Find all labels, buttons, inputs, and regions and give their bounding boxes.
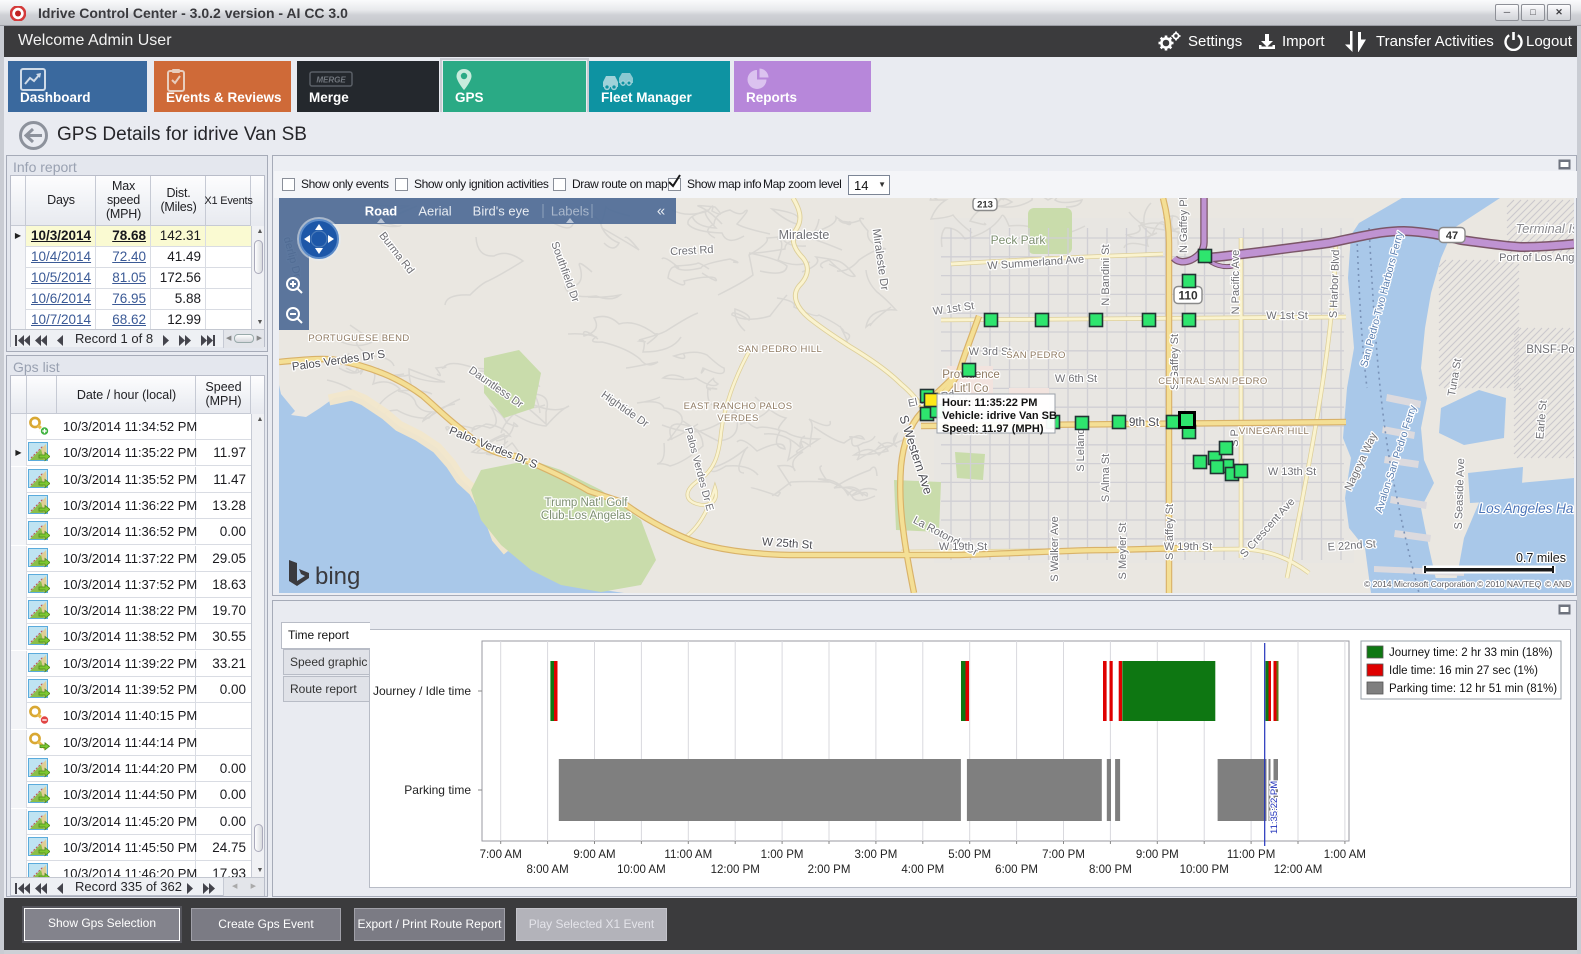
svg-text:3:00 PM: 3:00 PM [854, 849, 897, 861]
svg-text:Idle time: 16 min 27 sec (1%): Idle time: 16 min 27 sec (1%) [1389, 665, 1538, 677]
svg-text:6:00 PM: 6:00 PM [995, 864, 1038, 876]
svg-text:9:00 AM: 9:00 AM [573, 849, 615, 861]
svg-text:Los Angeles Harb: Los Angeles Harb [1479, 501, 1574, 516]
svg-text:S Harbor Blvd: S Harbor Blvd [1328, 249, 1342, 318]
svg-text:N Pacific Ave: N Pacific Ave [1230, 250, 1242, 315]
svg-text:8:00 PM: 8:00 PM [1089, 864, 1132, 876]
svg-text:CENTRAL SAN PEDRO: CENTRAL SAN PEDRO [1158, 376, 1267, 387]
svg-text:MERGE: MERGE [316, 76, 346, 85]
svg-text:S Alma St: S Alma St [1100, 454, 1112, 502]
svg-text:0.7 miles: 0.7 miles [1516, 551, 1566, 565]
svg-text:BNSF-Port: BNSF-Port [1526, 344, 1574, 356]
svg-text:«: « [657, 203, 665, 220]
svg-text:Lit'l Co: Lit'l Co [954, 383, 989, 395]
svg-text:Parking time: Parking time [404, 783, 471, 797]
svg-text:Speed: 11.97 (MPH): Speed: 11.97 (MPH) [942, 423, 1044, 435]
svg-text:W 6th St: W 6th St [1055, 373, 1097, 385]
svg-text:7:00 AM: 7:00 AM [480, 849, 522, 861]
svg-text:9:00 PM: 9:00 PM [1136, 849, 1179, 861]
svg-text:12:00 AM: 12:00 AM [1274, 864, 1323, 876]
svg-text:11:00 AM: 11:00 AM [664, 849, 712, 861]
svg-text:Bird's eye: Bird's eye [473, 204, 530, 219]
svg-text:11:35:22 PM: 11:35:22 PM [1269, 781, 1280, 834]
svg-text:W 1st St: W 1st St [1266, 310, 1308, 322]
svg-text:W 3rd St: W 3rd St [969, 346, 1012, 358]
svg-text:W 19th St: W 19th St [1164, 541, 1212, 553]
svg-text:VERDES: VERDES [717, 413, 758, 424]
svg-text:11:00 PM: 11:00 PM [1227, 849, 1275, 861]
svg-text:Road: Road [365, 204, 398, 219]
svg-text:PORTUGUESE BEND: PORTUGUESE BEND [308, 333, 409, 344]
svg-text:W 13th St: W 13th St [1268, 466, 1316, 478]
svg-text:1:00 PM: 1:00 PM [761, 849, 804, 861]
svg-text:SAN PEDRO HILL: SAN PEDRO HILL [738, 344, 822, 355]
svg-text:1:00 AM: 1:00 AM [1324, 849, 1366, 861]
svg-text:Aerial: Aerial [418, 204, 451, 219]
svg-text:4:00 PM: 4:00 PM [901, 864, 944, 876]
svg-text:© 2010 NAVTEQ: © 2010 NAVTEQ [1477, 579, 1542, 589]
svg-text:8:00 AM: 8:00 AM [526, 864, 568, 876]
svg-text:S Walker Ave: S Walker Ave [1049, 516, 1061, 581]
svg-text:VINEGAR HILL: VINEGAR HILL [1239, 426, 1309, 437]
svg-text:Hour: 11:35:22 PM: Hour: 11:35:22 PM [942, 397, 1037, 409]
svg-text:Trump Nat'l Golf: Trump Nat'l Golf [545, 497, 629, 509]
svg-text:Club-Los Angelas: Club-Los Angelas [541, 510, 631, 522]
svg-text:Parking time: 12 hr 51 min (81: Parking time: 12 hr 51 min (81%) [1389, 683, 1557, 695]
svg-text:213: 213 [977, 199, 993, 210]
svg-text:Labels: Labels [551, 204, 590, 219]
svg-text:N Bandini St: N Bandini St [1100, 244, 1112, 305]
svg-text:N Gaffey Pl: N Gaffey Pl [1178, 198, 1190, 253]
svg-text:© AND: © AND [1545, 579, 1571, 589]
svg-text:7:00 PM: 7:00 PM [1042, 849, 1085, 861]
svg-text:12:00 PM: 12:00 PM [711, 864, 760, 876]
svg-text:bing: bing [315, 563, 360, 590]
svg-text:2:00 PM: 2:00 PM [808, 864, 851, 876]
svg-text:Miraleste: Miraleste [779, 228, 830, 242]
svg-text:47: 47 [1446, 230, 1458, 242]
svg-text:S Leland: S Leland [1075, 428, 1087, 471]
svg-text:© 2014 Microsoft Corporation: © 2014 Microsoft Corporation [1364, 579, 1475, 589]
svg-text:Peck Park: Peck Park [991, 233, 1047, 247]
svg-text:SAN PEDRO: SAN PEDRO [1006, 350, 1066, 361]
svg-text:Crest Rd: Crest Rd [670, 244, 714, 258]
svg-text:110: 110 [1178, 288, 1198, 302]
svg-text:10:00 PM: 10:00 PM [1180, 864, 1229, 876]
svg-text:W 19th St: W 19th St [939, 541, 987, 553]
svg-text:Journey time: 2 hr 33 min (18%: Journey time: 2 hr 33 min (18%) [1389, 647, 1553, 659]
svg-text:5:00 PM: 5:00 PM [948, 849, 991, 861]
svg-text:EAST RANCHO PALOS: EAST RANCHO PALOS [684, 401, 793, 412]
svg-text:S Seaside Ave: S Seaside Ave [1453, 458, 1467, 530]
svg-text:Terminal Is: Terminal Is [1515, 221, 1574, 236]
svg-text:Port of Los Angel: Port of Los Angel [1499, 252, 1574, 264]
svg-text:S Meyler St: S Meyler St [1117, 523, 1129, 580]
svg-text:Vehicle: idrive Van SB: Vehicle: idrive Van SB [942, 410, 1057, 422]
svg-text:Journey / Idle time: Journey / Idle time [373, 684, 471, 698]
svg-text:10:00 AM: 10:00 AM [617, 864, 666, 876]
